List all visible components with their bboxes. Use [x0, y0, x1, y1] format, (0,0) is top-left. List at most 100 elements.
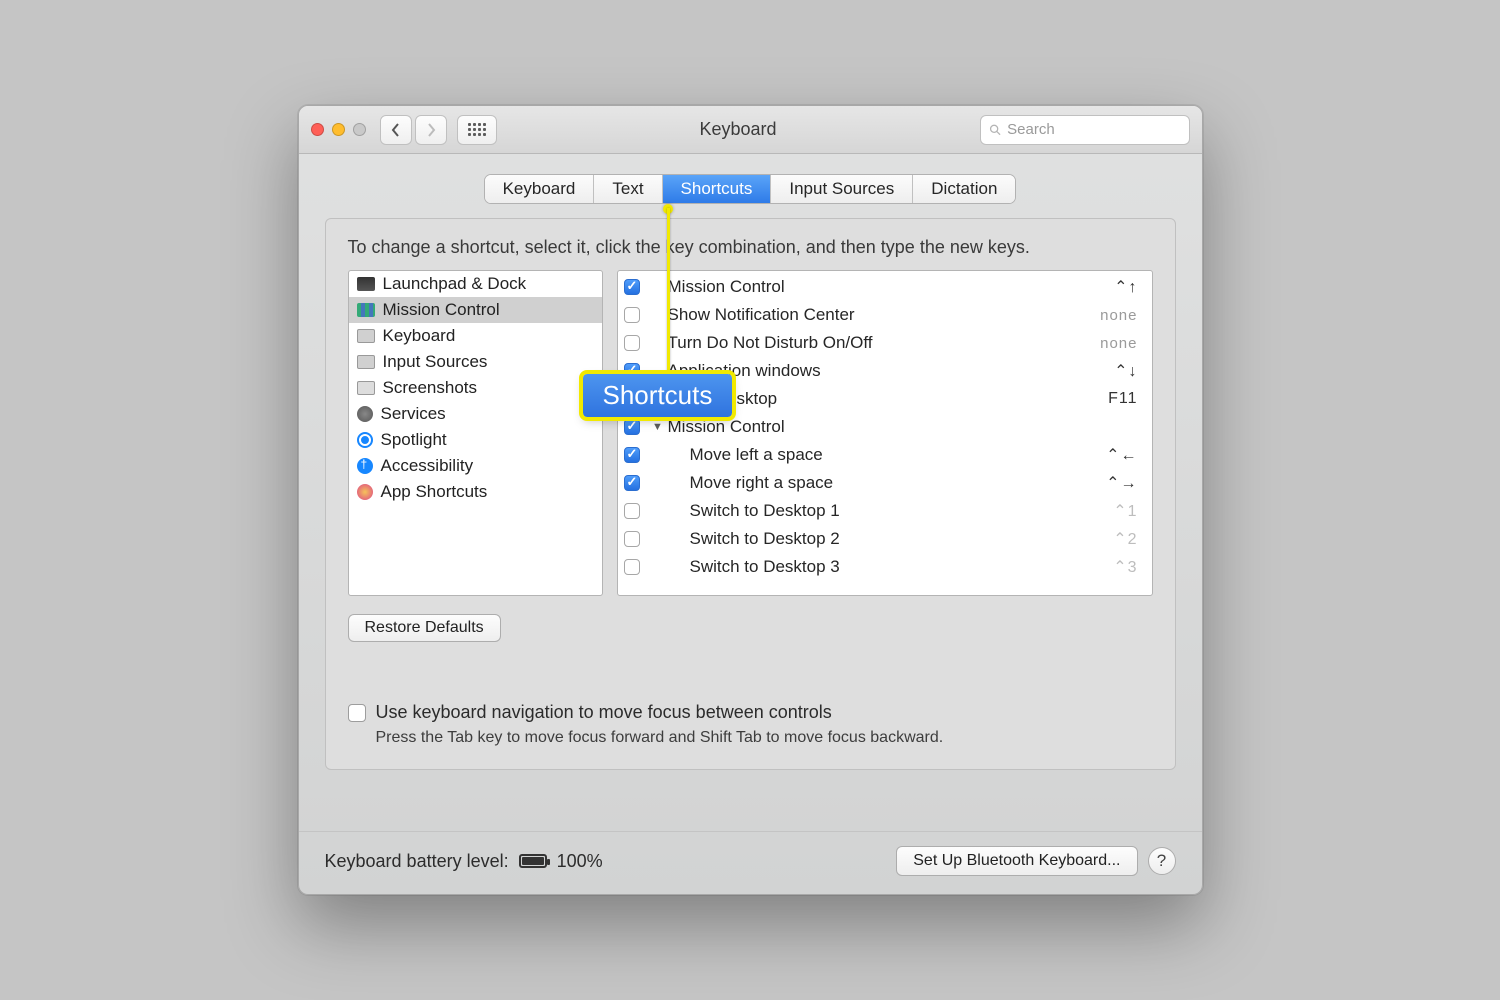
category-label: Spotlight — [381, 430, 447, 450]
search-field[interactable] — [980, 115, 1190, 145]
shortcut-key[interactable]: ⌃← — [1106, 445, 1137, 465]
shortcut-name: Application windows — [668, 361, 1115, 381]
category-services[interactable]: Services — [349, 401, 602, 427]
shortcut-checkbox[interactable] — [624, 419, 640, 435]
category-label: Keyboard — [383, 326, 456, 346]
shortcut-row[interactable]: Switch to Desktop 2⌃2 — [618, 525, 1152, 553]
shortcut-key[interactable]: none — [1100, 335, 1137, 352]
category-mission-control[interactable]: Mission Control — [349, 297, 602, 323]
shortcut-checkbox[interactable] — [624, 279, 640, 295]
category-list[interactable]: Launchpad & Dock Mission Control Keyboar… — [348, 270, 603, 596]
category-label: Screenshots — [383, 378, 478, 398]
zoom-icon — [353, 123, 366, 136]
app-shortcuts-icon — [357, 484, 373, 500]
help-button[interactable]: ? — [1148, 847, 1176, 875]
two-pane: Launchpad & Dock Mission Control Keyboar… — [348, 270, 1153, 596]
shortcut-checkbox[interactable] — [624, 307, 640, 323]
shortcut-checkbox[interactable] — [624, 335, 640, 351]
forward-button[interactable] — [415, 115, 447, 145]
setup-bluetooth-keyboard-button[interactable]: Set Up Bluetooth Keyboard... — [896, 846, 1137, 876]
close-icon[interactable] — [311, 123, 324, 136]
accessibility-icon — [357, 458, 373, 474]
shortcut-key[interactable]: ⌃2 — [1113, 529, 1137, 549]
shortcut-checkbox[interactable] — [624, 503, 640, 519]
disclosure-triangle-icon[interactable]: ▼ — [652, 421, 664, 433]
tab-shortcuts[interactable]: Shortcuts — [663, 175, 772, 203]
window-controls — [311, 123, 366, 136]
category-label: App Shortcuts — [381, 482, 488, 502]
keyboard-nav-checkbox[interactable] — [348, 704, 366, 722]
footer: Keyboard battery level: 100% Set Up Blue… — [299, 831, 1202, 894]
shortcut-row[interactable]: Mission Control⌃↑ — [618, 273, 1152, 301]
shortcut-key[interactable]: F11 — [1108, 390, 1137, 408]
back-button[interactable] — [380, 115, 412, 145]
spotlight-icon — [357, 432, 373, 448]
shortcut-checkbox[interactable] — [624, 559, 640, 575]
tab-text[interactable]: Text — [594, 175, 662, 203]
show-all-prefs-button[interactable] — [457, 115, 497, 145]
shortcut-row[interactable]: Switch to Desktop 3⌃3 — [618, 553, 1152, 581]
category-label: Launchpad & Dock — [383, 274, 527, 294]
keyboard-icon — [357, 329, 375, 343]
shortcut-name: Mission Control — [668, 417, 1138, 437]
category-app-shortcuts[interactable]: App Shortcuts — [349, 479, 602, 505]
shortcut-name: Switch to Desktop 3 — [690, 557, 1114, 577]
shortcut-key[interactable]: ⌃3 — [1113, 557, 1137, 577]
shortcut-row[interactable]: ▼ Mission Control — [618, 413, 1152, 441]
category-launchpad-dock[interactable]: Launchpad & Dock — [349, 271, 602, 297]
tab-dictation[interactable]: Dictation — [913, 175, 1015, 203]
search-icon — [989, 123, 1002, 137]
keyboard-nav-section: Use keyboard navigation to move focus be… — [348, 702, 1153, 747]
category-label: Input Sources — [383, 352, 488, 372]
instruction-text: To change a shortcut, select it, click t… — [348, 237, 1153, 258]
titlebar: Keyboard — [299, 106, 1202, 154]
minimize-icon[interactable] — [332, 123, 345, 136]
keyboard-nav-subtext: Press the Tab key to move focus forward … — [376, 729, 1153, 747]
shortcut-name: Show Notification Center — [668, 305, 1101, 325]
shortcut-checkbox[interactable] — [624, 531, 640, 547]
chevron-right-icon — [426, 123, 436, 137]
launchpad-icon — [357, 277, 375, 291]
shortcut-checkbox[interactable] — [624, 475, 640, 491]
tab-input-sources[interactable]: Input Sources — [771, 175, 913, 203]
annotation-badge: Shortcuts — [583, 374, 733, 417]
battery-icon — [519, 854, 547, 868]
category-keyboard[interactable]: Keyboard — [349, 323, 602, 349]
shortcut-key[interactable]: ⌃1 — [1113, 501, 1137, 521]
tab-bar: Keyboard Text Shortcuts Input Sources Di… — [484, 174, 1017, 204]
shortcut-row[interactable]: Turn Do Not Disturb On/Offnone — [618, 329, 1152, 357]
services-icon — [357, 406, 373, 422]
mission-control-icon — [357, 303, 375, 317]
shortcut-list[interactable]: Mission Control⌃↑Show Notification Cente… — [617, 270, 1153, 596]
grid-icon — [468, 123, 486, 136]
shortcut-row[interactable]: Move right a space⌃→ — [618, 469, 1152, 497]
shortcut-checkbox[interactable] — [624, 447, 640, 463]
input-sources-icon — [357, 355, 375, 369]
search-input[interactable] — [1007, 121, 1180, 138]
window-body: Keyboard Text Shortcuts Input Sources Di… — [299, 154, 1202, 831]
shortcut-key[interactable]: ⌃↑ — [1114, 277, 1137, 297]
shortcut-name: Switch to Desktop 1 — [690, 501, 1114, 521]
shortcut-row[interactable]: Switch to Desktop 1⌃1 — [618, 497, 1152, 525]
battery-pct: 100% — [557, 851, 603, 872]
category-accessibility[interactable]: Accessibility — [349, 453, 602, 479]
category-label: Accessibility — [381, 456, 474, 476]
shortcut-name: Move right a space — [690, 473, 1107, 493]
category-label: Services — [381, 404, 446, 424]
shortcut-name: Turn Do Not Disturb On/Off — [668, 333, 1101, 353]
shortcut-row[interactable]: Move left a space⌃← — [618, 441, 1152, 469]
shortcut-name: Switch to Desktop 2 — [690, 529, 1114, 549]
shortcut-key[interactable]: ⌃→ — [1106, 473, 1137, 493]
shortcut-key[interactable]: none — [1100, 307, 1137, 324]
restore-defaults-button[interactable]: Restore Defaults — [348, 614, 501, 642]
shortcut-row[interactable]: Show Notification Centernone — [618, 301, 1152, 329]
tab-keyboard[interactable]: Keyboard — [485, 175, 595, 203]
shortcuts-panel: To change a shortcut, select it, click t… — [325, 218, 1176, 770]
annotation-line — [667, 208, 670, 394]
category-screenshots[interactable]: Screenshots — [349, 375, 602, 401]
shortcut-key[interactable]: ⌃↓ — [1114, 361, 1137, 381]
nav-buttons — [380, 115, 447, 145]
shortcut-name: Show Desktop — [668, 389, 1109, 409]
category-input-sources[interactable]: Input Sources — [349, 349, 602, 375]
category-spotlight[interactable]: Spotlight — [349, 427, 602, 453]
